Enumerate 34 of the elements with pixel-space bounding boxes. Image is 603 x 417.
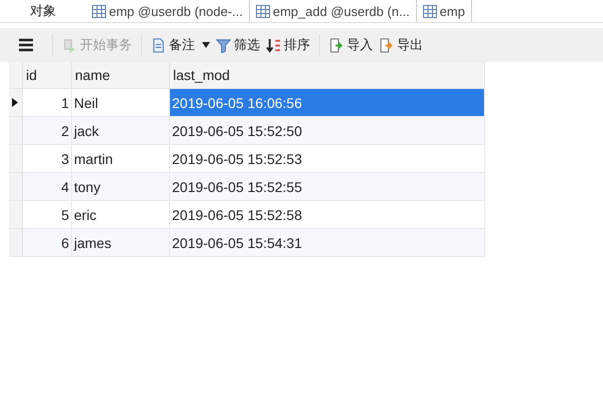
table-cell: 2019-06-05 15:52:55 [170,173,485,201]
table-cell: 2019-06-05 15:54:31 [170,229,485,257]
toolbar-button[interactable]: 筛选 [213,34,263,56]
table-cell: 2 [23,117,72,145]
document-arrow-icon [329,38,344,52]
toolbar-button[interactable]: 导出 [376,34,426,56]
menu-icon[interactable] [18,38,34,52]
current-row-icon [12,98,18,107]
table-cell: 4 [23,173,72,201]
table-cell: jack [72,117,170,145]
column-header[interactable]: name [72,62,170,89]
document-arrow-icon [379,38,394,52]
table-tab[interactable]: emp_add @userdb (n... [250,0,417,22]
table-icon [256,4,270,18]
toolbar-button[interactable]: 备注 [148,34,213,56]
document-play-icon [62,38,77,52]
column-header[interactable]: id [23,62,72,89]
row-header[interactable] [9,89,23,117]
document-icon [151,38,166,52]
table-cell: 2019-06-05 16:06:56 [170,89,485,117]
filter-icon [216,38,231,52]
table-cell: 2019-06-05 15:52:50 [170,117,485,145]
column-header[interactable]: last_mod [170,62,485,89]
table-cell: 6 [23,229,72,257]
table-icon [92,4,106,18]
table-cell: tony [72,173,170,201]
table-tab[interactable]: emp @userdb (node-... [86,0,250,22]
toolbar-button[interactable]: 导入 [326,34,376,56]
toolbar-button[interactable]: 排序 [263,34,313,56]
table-cell: james [72,229,170,257]
table-icon [422,4,437,18]
sort-icon [266,38,281,52]
table-tab[interactable]: emp [416,0,472,22]
objects-tab[interactable]: 对象 [30,0,86,22]
